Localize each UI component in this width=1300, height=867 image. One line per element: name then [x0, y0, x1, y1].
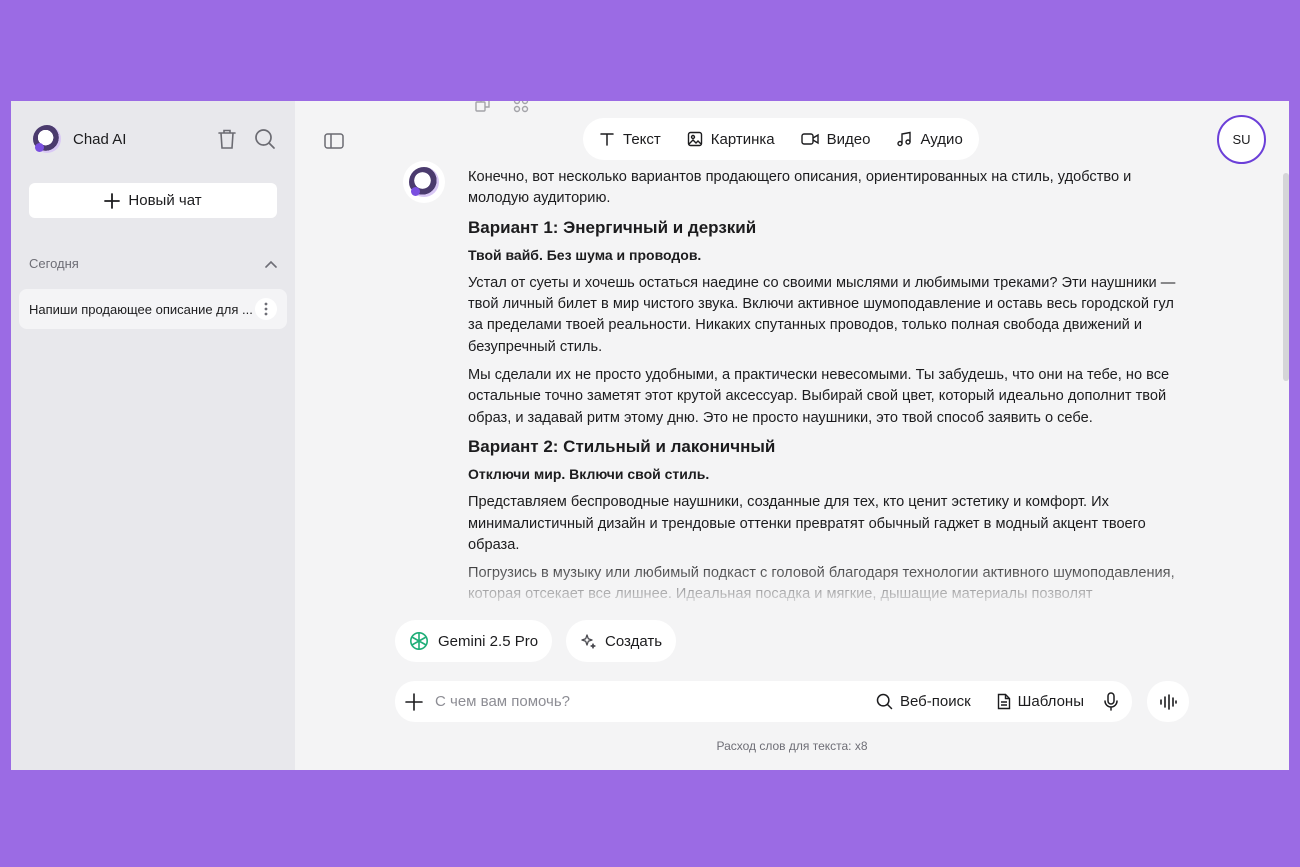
music-icon [897, 131, 912, 147]
variant-2-paragraph: Погрузись в музыку или любимый подкаст с… [468, 565, 1175, 609]
variant-1-paragraph: Мы сделали их не просто удобными, а прак… [468, 367, 1170, 426]
usage-note: Расход слов для текста: x8 [716, 739, 868, 753]
variant-2-paragraph: Представляем беспроводные наушники, созд… [468, 494, 1146, 553]
app-window: Chad AI Новый чат Сегодня Напиши продающ… [11, 101, 1289, 770]
history-section-title: Сегодня [29, 256, 79, 271]
more-vertical-icon[interactable] [255, 298, 277, 320]
sidebar: Chad AI Новый чат Сегодня Напиши продающ… [11, 101, 295, 770]
variant-1-tagline: Твой вайб. Без шума и проводов. [468, 246, 702, 263]
model-chips: Gemini 2.5 Pro Создать [395, 620, 677, 662]
document-icon [997, 693, 1010, 710]
scrollbar[interactable] [1283, 173, 1289, 381]
new-chat-button[interactable]: Новый чат [29, 183, 277, 218]
assistant-avatar [403, 161, 445, 203]
sidebar-toggle-icon[interactable] [322, 129, 346, 153]
microphone-icon [1104, 692, 1118, 711]
voice-mode-button[interactable] [1147, 681, 1189, 722]
plus-icon[interactable] [405, 692, 423, 711]
grid-icon[interactable] [513, 101, 529, 113]
message-input[interactable] [423, 692, 850, 711]
create-button[interactable]: Создать [566, 620, 677, 662]
tab-video-label: Видео [826, 130, 871, 148]
chat-thread: Конечно, вот несколько вариантов продающ… [403, 161, 1193, 609]
microphone-button[interactable] [1104, 692, 1118, 711]
tab-video[interactable]: Видео [800, 130, 871, 148]
tab-text-label: Текст [623, 130, 661, 148]
chad-ai-logo-icon [409, 167, 439, 197]
create-label: Создать [605, 632, 663, 650]
copy-icon[interactable] [475, 101, 491, 113]
assistant-message: Конечно, вот несколько вариантов продающ… [468, 167, 1188, 609]
templates-label: Шаблоны [1017, 693, 1084, 710]
new-chat-label: Новый чат [128, 192, 202, 209]
tab-audio-label: Аудио [920, 130, 963, 148]
brand[interactable]: Chad AI [33, 125, 126, 153]
trash-icon[interactable] [215, 127, 239, 151]
web-search-label: Веб-поиск [899, 693, 971, 710]
search-icon[interactable] [253, 127, 277, 151]
variant-2-tagline: Отключи мир. Включи свой стиль. [468, 465, 710, 482]
templates-button[interactable]: Шаблоны [997, 693, 1084, 710]
variant-1-heading: Вариант 1: Энергичный и дерзкий [468, 217, 757, 237]
main-area: Текст Картинка Видео Аудио SU Конечно, в… [295, 101, 1289, 770]
user-initials: SU [1232, 132, 1251, 147]
top-ghost-icons [475, 101, 529, 113]
plus-icon [104, 192, 121, 209]
tab-text[interactable]: Текст [599, 131, 661, 148]
composer: Веб-поиск Шаблоны [395, 681, 1132, 722]
chad-ai-logo-icon [33, 125, 61, 153]
variant-2-heading: Вариант 2: Стильный и лаконичный [468, 436, 776, 456]
tab-audio[interactable]: Аудио [896, 130, 963, 148]
web-search-button[interactable]: Веб-поиск [876, 693, 971, 710]
brand-name: Chad AI [73, 130, 127, 148]
waveform-icon [1160, 693, 1177, 710]
user-avatar[interactable]: SU [1217, 115, 1266, 164]
search-icon [876, 693, 893, 710]
history-item[interactable]: Напиши продающее описание для ... [19, 289, 287, 329]
history-item-title: Напиши продающее описание для ... [29, 301, 253, 317]
model-selector-button[interactable]: Gemini 2.5 Pro [395, 620, 553, 662]
video-icon [800, 133, 819, 145]
mode-selector: Текст Картинка Видео Аудио [583, 118, 979, 160]
sidebar-actions [215, 127, 277, 151]
chevron-up-icon[interactable] [265, 260, 277, 268]
gemini-icon [410, 632, 428, 650]
message-intro: Конечно, вот несколько вариантов продающ… [468, 169, 1132, 207]
tab-image[interactable]: Картинка [687, 131, 775, 148]
sparkle-icon [581, 634, 596, 649]
variant-1-paragraph: Устал от суеты и хочешь остаться наедине… [468, 274, 1176, 355]
image-icon [687, 131, 702, 147]
tab-image-label: Картинка [710, 130, 775, 148]
text-icon [600, 133, 614, 146]
model-name: Gemini 2.5 Pro [438, 632, 539, 650]
history-section-header[interactable]: Сегодня [29, 256, 277, 271]
